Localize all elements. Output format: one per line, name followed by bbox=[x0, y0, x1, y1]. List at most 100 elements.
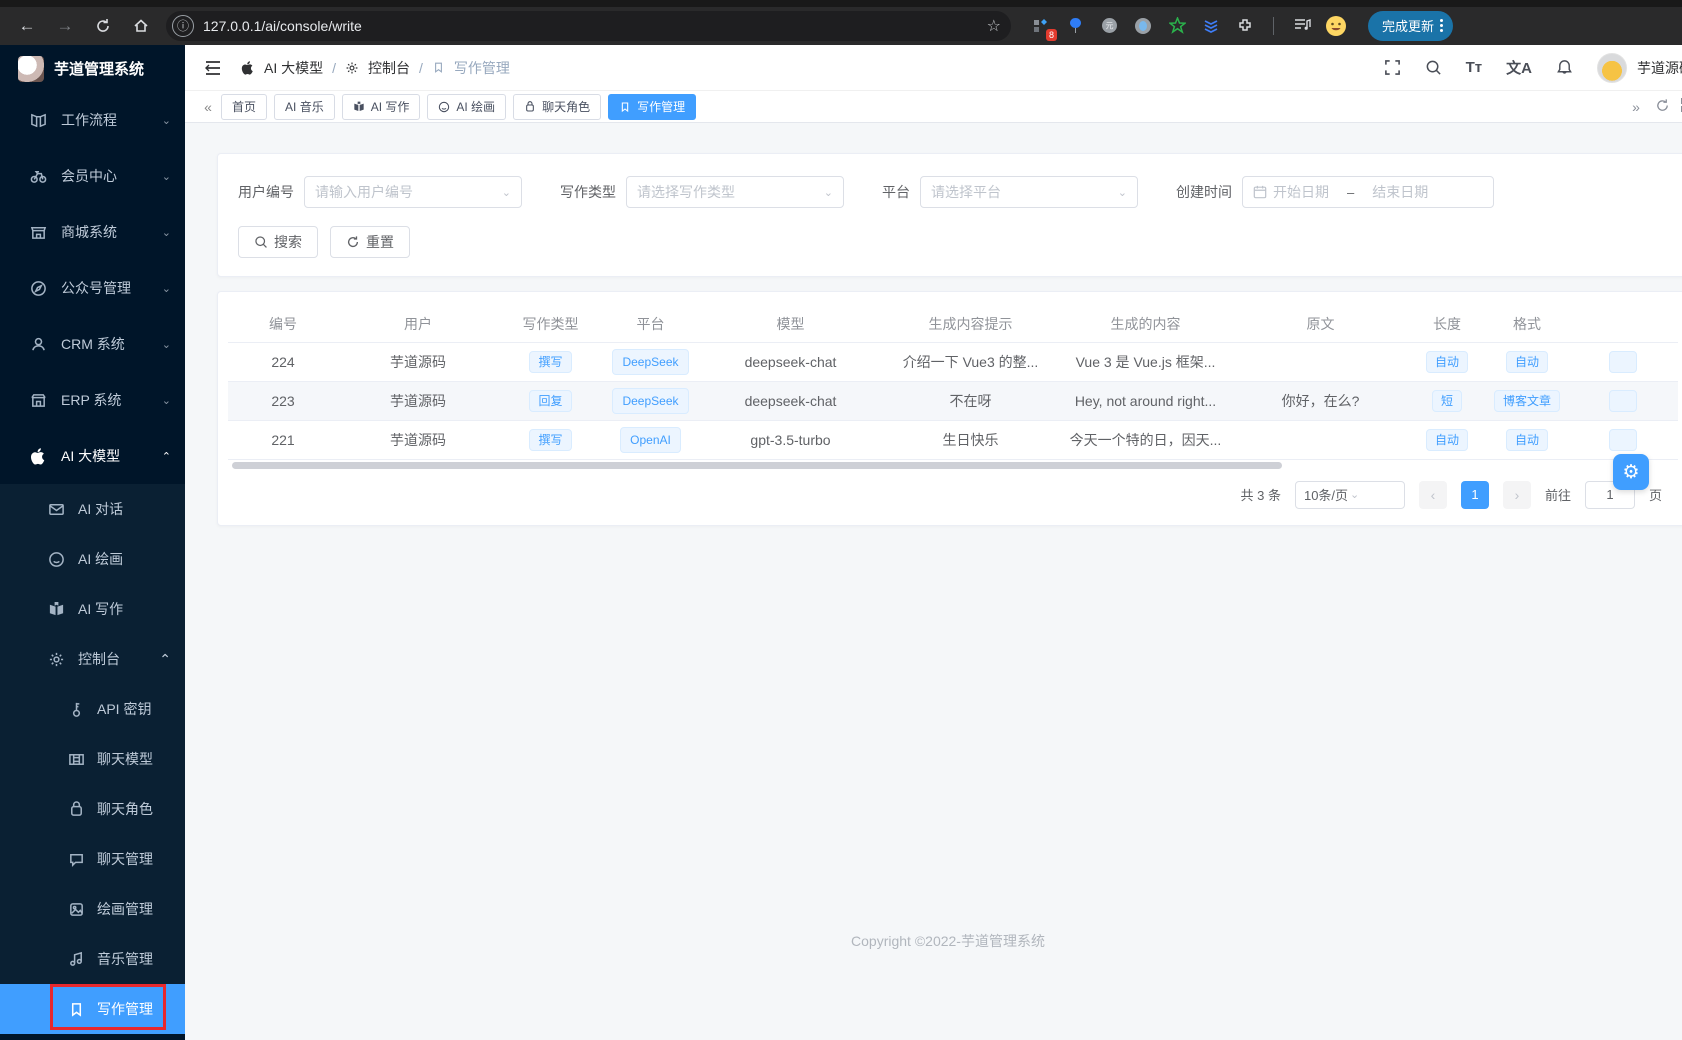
forward-icon[interactable]: → bbox=[48, 11, 82, 41]
profile-emoji-icon[interactable] bbox=[1324, 14, 1348, 38]
col-length: 长度 bbox=[1408, 306, 1486, 342]
tab-label: 首页 bbox=[232, 98, 256, 115]
footer-copyright: Copyright ©2022-芋道管理系统 bbox=[185, 931, 1682, 951]
extension-icon-1[interactable]: 8 bbox=[1029, 14, 1053, 38]
type-tag: 回复 bbox=[529, 390, 571, 412]
fullscreen-icon[interactable] bbox=[1384, 59, 1401, 76]
sidebar-fold-icon[interactable] bbox=[203, 58, 223, 78]
back-icon[interactable]: ← bbox=[10, 11, 44, 41]
gear-icon bbox=[48, 651, 65, 668]
sidebar-item-label: AI 大模型 bbox=[61, 446, 148, 466]
prev-page-button[interactable]: ‹ bbox=[1419, 481, 1447, 509]
page-content: 用户编号 请输入用户编号 ⌄ 写作类型 请选择写作类型 ⌄ bbox=[185, 123, 1682, 1040]
font-size-icon[interactable]: Tᴛ bbox=[1466, 59, 1483, 76]
extension-icon-dot[interactable] bbox=[1131, 14, 1155, 38]
col-platform: 平台 bbox=[603, 306, 698, 342]
app-logo bbox=[18, 56, 44, 82]
browser-menu-icon[interactable] bbox=[1440, 19, 1443, 32]
user-avatar[interactable] bbox=[1597, 53, 1627, 83]
tab-ai-music[interactable]: AI 音乐 bbox=[274, 94, 335, 120]
sidebar-item-ai-draw[interactable]: AI 绘画 bbox=[0, 534, 185, 584]
horizontal-scrollbar[interactable] bbox=[232, 462, 1678, 469]
table-row[interactable]: 221 芋道源码 撰写 OpenAI gpt-3.5-turbo 生日快乐 今天… bbox=[228, 420, 1678, 459]
col-type: 写作类型 bbox=[498, 306, 603, 342]
search-icon[interactable] bbox=[1425, 59, 1442, 76]
sidebar-item-ai-chat[interactable]: AI 对话 bbox=[0, 484, 185, 534]
write-type-select[interactable]: 请选择写作类型 ⌄ bbox=[626, 176, 844, 208]
bookmark-star-icon[interactable]: ☆ bbox=[987, 16, 1001, 36]
sidebar-item-chat-model[interactable]: 聊天模型 bbox=[0, 734, 185, 784]
pagination-total: 共 3 条 bbox=[1241, 485, 1281, 504]
scrollbar-thumb[interactable] bbox=[232, 462, 1282, 469]
table-row[interactable]: 223 芋道源码 回复 DeepSeek deepseek-chat 不在呀 H… bbox=[228, 381, 1678, 420]
sidebar-item-chat-role[interactable]: 聊天角色 bbox=[0, 784, 185, 834]
platform-select[interactable]: 请选择平台 ⌄ bbox=[920, 176, 1138, 208]
sidebar-item-console[interactable]: 控制台 ⌃ bbox=[0, 634, 185, 684]
tabs-scroll-left-icon[interactable]: « bbox=[195, 99, 221, 115]
bell-icon[interactable] bbox=[1556, 59, 1573, 76]
sidebar-item-ai-write[interactable]: AI 写作 bbox=[0, 584, 185, 634]
address-bar[interactable]: ⓘ 127.0.0.1/ai/console/write ☆ bbox=[166, 11, 1011, 41]
sidebar-item-member[interactable]: 会员中心⌄ bbox=[0, 148, 185, 204]
reset-button[interactable]: 重置 bbox=[330, 226, 410, 258]
type-tag: 撰写 bbox=[529, 429, 571, 451]
site-info-icon[interactable]: ⓘ bbox=[172, 15, 194, 37]
sidebar-item-mp[interactable]: 公众号管理⌄ bbox=[0, 260, 185, 316]
chrome-update-button[interactable]: 完成更新 bbox=[1368, 11, 1453, 41]
sidebar-item-draw-manage[interactable]: 绘画管理 bbox=[0, 884, 185, 934]
sidebar-item-crm[interactable]: CRM 系统⌄ bbox=[0, 316, 185, 372]
breadcrumb-item[interactable]: 控制台 bbox=[368, 58, 410, 78]
abacus-icon bbox=[68, 751, 85, 768]
sidebar-item-erp[interactable]: ERP 系统⌄ bbox=[0, 372, 185, 428]
extension-icon-star[interactable] bbox=[1165, 14, 1189, 38]
url-text[interactable]: 127.0.0.1/ai/console/write bbox=[203, 18, 987, 34]
length-tag: 自动 bbox=[1426, 351, 1468, 373]
col-format: 格式 bbox=[1486, 306, 1568, 342]
extension-icon-chevrons[interactable] bbox=[1199, 14, 1223, 38]
app-logo-row[interactable]: 芋道管理系统 bbox=[0, 45, 185, 92]
sidebar-item-chat-manage[interactable]: 聊天管理 bbox=[0, 834, 185, 884]
user-id-input[interactable]: 请输入用户编号 ⌄ bbox=[304, 176, 522, 208]
table-row[interactable]: 224 芋道源码 撰写 DeepSeek deepseek-chat 介绍一下 … bbox=[228, 342, 1678, 381]
tabs-refresh-icon[interactable] bbox=[1649, 98, 1675, 116]
tab-home[interactable]: 首页 bbox=[221, 94, 267, 120]
username[interactable]: 芋道源码 bbox=[1637, 58, 1682, 78]
date-end-placeholder[interactable]: 结束日期 bbox=[1372, 182, 1428, 202]
extension-icon-coin[interactable]: 元 bbox=[1097, 14, 1121, 38]
reload-icon[interactable] bbox=[86, 11, 120, 41]
tab-chat-role[interactable]: 聊天角色 bbox=[513, 94, 601, 120]
theme-settings-button[interactable]: ⚙ bbox=[1613, 454, 1649, 490]
tab-ai-draw[interactable]: AI 绘画 bbox=[427, 94, 506, 120]
cropped-tag bbox=[1609, 351, 1637, 373]
goto-label: 前往 bbox=[1545, 485, 1571, 504]
tab-write-manage[interactable]: 写作管理 bbox=[608, 94, 696, 120]
extension-icon-kite[interactable] bbox=[1063, 14, 1087, 38]
home-icon[interactable] bbox=[124, 11, 158, 41]
chat-bubble-icon bbox=[68, 851, 85, 868]
page-size-select[interactable]: 10条/页 ⌄ bbox=[1295, 481, 1405, 509]
tab-ai-write[interactable]: AI 写作 bbox=[342, 94, 421, 120]
tabs-layout-icon[interactable] bbox=[1675, 98, 1682, 115]
next-page-button[interactable]: › bbox=[1503, 481, 1531, 509]
sidebar-item-workflow[interactable]: 工作流程⌄ bbox=[0, 92, 185, 148]
sidebar-item-ai-model[interactable]: AI 大模型⌃ bbox=[0, 428, 185, 484]
sidebar-item-music-manage[interactable]: 音乐管理 bbox=[0, 934, 185, 984]
filter-card: 用户编号 请输入用户编号 ⌄ 写作类型 请选择写作类型 ⌄ bbox=[217, 153, 1682, 277]
search-button[interactable]: 搜索 bbox=[238, 226, 318, 258]
breadcrumb-item[interactable]: AI 大模型 bbox=[264, 58, 323, 78]
date-start-placeholder[interactable]: 开始日期 bbox=[1273, 182, 1329, 202]
col-model: 模型 bbox=[698, 306, 883, 342]
cropped-tag bbox=[1609, 429, 1637, 451]
sidebar-item-mall[interactable]: 商城系统⌄ bbox=[0, 204, 185, 260]
extensions-puzzle-icon[interactable] bbox=[1233, 14, 1257, 38]
sidebar-item-label: 工作流程 bbox=[61, 110, 148, 130]
reset-button-label: 重置 bbox=[366, 232, 394, 252]
media-controls-icon[interactable] bbox=[1290, 14, 1314, 38]
sidebar-item-write-manage[interactable]: 写作管理 bbox=[0, 984, 185, 1034]
translate-icon[interactable]: 文A bbox=[1506, 57, 1532, 78]
tabs-scroll-right-icon[interactable]: » bbox=[1623, 99, 1649, 115]
date-range-picker[interactable]: 开始日期 – 结束日期 bbox=[1242, 176, 1494, 208]
page-number-1[interactable]: 1 bbox=[1461, 481, 1489, 509]
sidebar-item-api-key[interactable]: API 密钥 bbox=[0, 684, 185, 734]
music-note-icon bbox=[68, 951, 85, 968]
